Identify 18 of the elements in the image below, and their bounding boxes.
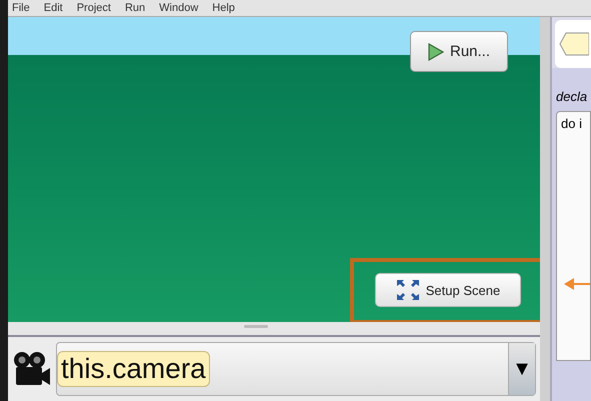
- menu-item[interactable]: Window: [159, 2, 198, 14]
- menu-item[interactable]: Help: [212, 2, 235, 14]
- menu-item[interactable]: Project: [76, 2, 111, 14]
- camera-dropdown[interactable]: this.camera ▼: [56, 342, 536, 396]
- play-icon: [428, 42, 444, 60]
- hexagon-icon: [559, 31, 589, 57]
- menu-item[interactable]: Run: [124, 2, 146, 14]
- expand-icon: [396, 279, 420, 301]
- panel-splitter[interactable]: [540, 17, 552, 401]
- setup-scene-button[interactable]: Setup Scene: [375, 273, 521, 307]
- pointer-arrow-icon: [564, 278, 590, 290]
- menu-item[interactable]: Edit: [44, 2, 63, 14]
- declaration-label: decla: [556, 89, 588, 104]
- code-tab[interactable]: [555, 20, 591, 68]
- camera-tag: this.camera: [57, 351, 210, 387]
- block-label: do i: [561, 116, 582, 131]
- menu-item[interactable]: File: [12, 2, 30, 14]
- run-button[interactable]: Run...: [410, 31, 508, 72]
